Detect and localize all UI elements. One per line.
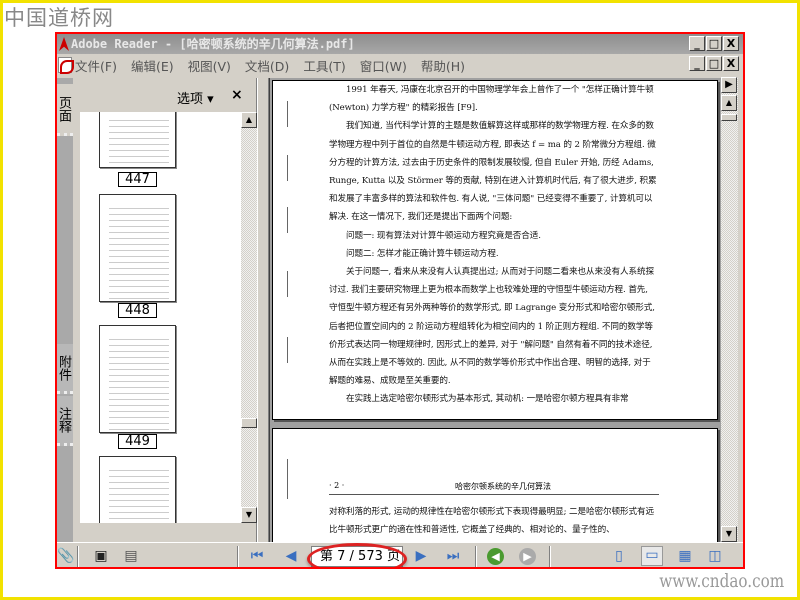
page-text: 1991 年春天, 冯康在北京召开的中国物理学年会上曾作了一个 "怎样正确计算牛… — [329, 81, 659, 409]
pdf-page: 1991 年春天, 冯康在北京召开的中国物理学年会上曾作了一个 "怎样正确计算牛… — [272, 80, 718, 420]
scroll-down-arrow-icon[interactable]: ▼ — [721, 526, 737, 542]
margin-line — [287, 155, 288, 181]
separator — [77, 546, 79, 567]
margin-line — [287, 271, 288, 297]
forward-view-icon[interactable]: ▶ — [519, 548, 536, 565]
running-header: · 2 · 哈密尔顿系统的辛几何算法 — [329, 481, 659, 495]
title-bar: Adobe Reader - [哈密顿系统的辛几何算法.pdf] _ □ X — [57, 34, 743, 54]
document-view: 1991 年春天, 冯康在北京召开的中国物理学年会上曾作了一个 "怎样正确计算牛… — [269, 78, 721, 542]
status-toolbar: 📎 ▣ ▤ ⏮ ◀ 第 7 / 573 页 ▶ ⏭ ◀ ▶ ▯ ▭ ▦ ◫ — [57, 542, 743, 567]
running-head-title: 哈密尔顿系统的辛几何算法 — [455, 482, 551, 491]
pages-panel: 选项 ▾ × 447 448 449 ▲ ▼ — [73, 78, 257, 542]
menu-view[interactable]: 视图(V) — [188, 56, 231, 75]
highlight-ellipse — [307, 543, 407, 567]
continuous-page-icon[interactable]: ▭ — [641, 546, 663, 566]
monitor-icon[interactable]: ▣ — [93, 548, 109, 564]
close-button[interactable]: X — [723, 36, 739, 51]
page-thumbnail[interactable] — [99, 325, 176, 433]
menu-document[interactable]: 文档(D) — [245, 56, 289, 75]
separator — [237, 546, 239, 567]
paragraph: 1991 年春天, 冯康在北京召开的中国物理学年会上曾作了一个 "怎样正确计算牛… — [329, 85, 654, 114]
paragraph: 我们知道, 当代科学计算的主题是数值解算这样或那样的数学物理方程. 在众多的数学… — [329, 121, 657, 223]
previous-page-icon[interactable]: ◀ — [283, 548, 299, 564]
scroll-up-arrow-icon[interactable]: ▲ — [721, 95, 737, 111]
facing-pages-continuous-icon[interactable]: ▦ — [677, 548, 693, 564]
next-page-icon[interactable]: ▶ — [413, 548, 429, 564]
page-text: 对称利落的形式, 运动的规律性在哈密尔顿形式下表现得最明显; 二是哈密尔顿形式有… — [329, 507, 654, 536]
menu-bar: 文件(F) 编辑(E) 视图(V) 文档(D) 工具(T) 窗口(W) 帮助(H… — [57, 54, 743, 76]
next-arrow-icon[interactable]: ▶ — [721, 77, 737, 93]
thumbnail-label: 449 — [118, 434, 157, 449]
doc-restore-button[interactable]: □ — [706, 56, 722, 71]
tab-pages[interactable]: 页面 — [57, 84, 73, 136]
paragraph: 问题一: 现有算法对计算牛顿运动方程究竟是否合适. — [346, 230, 541, 241]
maximize-button[interactable]: □ — [706, 36, 722, 51]
paperclip-icon[interactable]: 📎 — [57, 548, 74, 564]
minimize-button[interactable]: _ — [689, 36, 705, 51]
pdf-page: · 2 · 哈密尔顿系统的辛几何算法 对称利落的形式, 运动的规律性在哈密尔顿形… — [272, 428, 718, 542]
menu-edit[interactable]: 编辑(E) — [131, 56, 174, 75]
panel-splitter[interactable] — [257, 78, 269, 542]
panel-close-button[interactable]: × — [231, 87, 243, 103]
options-dropdown[interactable]: 选项 ▾ — [177, 88, 214, 107]
facing-pages-icon[interactable]: ◫ — [707, 548, 723, 564]
adobe-reader-icon — [59, 37, 69, 51]
thumbnail-label: 448 — [118, 303, 157, 318]
window-title: Adobe Reader - [哈密顿系统的辛几何算法.pdf] — [71, 37, 355, 51]
paragraph: 关于问题一, 看来从来没有人认真提出过; 从而对于问题二看来也从来没有人系统探讨… — [329, 267, 655, 387]
menu-tools[interactable]: 工具(T) — [303, 56, 345, 75]
page-number: · 2 · — [329, 481, 345, 490]
tab-attachments[interactable]: 附件 — [57, 344, 73, 394]
margin-line — [287, 101, 288, 127]
back-view-icon[interactable]: ◀ — [487, 548, 504, 565]
paragraph: 在实践上选定哈密尔顿形式为基本形式, 其动机: 一是哈密尔顿方程具有非常 — [346, 394, 629, 405]
thumbnail-scrollbar[interactable]: ▲ ▼ — [241, 112, 257, 523]
page-thumbnail[interactable] — [99, 194, 176, 302]
thumbnail-list: 447 448 449 — [80, 112, 241, 523]
scroll-up-arrow-icon[interactable]: ▲ — [241, 112, 257, 128]
pdf-document-icon[interactable] — [58, 57, 74, 74]
watermark-top: 中国道桥网 — [4, 6, 114, 30]
menu-window[interactable]: 窗口(W) — [360, 56, 407, 75]
first-page-icon[interactable]: ⏮ — [249, 548, 265, 564]
tab-comments[interactable]: 注释 — [57, 396, 73, 446]
thumbnail-label: 447 — [118, 172, 157, 187]
margin-line — [287, 337, 288, 363]
watermark-bottom: www.cndao.com — [659, 570, 784, 592]
menu-help[interactable]: 帮助(H) — [421, 56, 465, 75]
doc-close-button[interactable]: X — [723, 56, 739, 71]
last-page-icon[interactable]: ⏭ — [445, 548, 461, 564]
separator — [475, 546, 477, 567]
scroll-down-arrow-icon[interactable]: ▼ — [241, 507, 257, 523]
adobe-reader-window: Adobe Reader - [哈密顿系统的辛几何算法.pdf] _ □ X 文… — [55, 32, 745, 569]
scroll-thumb[interactable] — [721, 114, 737, 121]
margin-line — [287, 207, 288, 233]
page-thumbnail[interactable] — [99, 112, 176, 168]
doc-minimize-button[interactable]: _ — [689, 56, 705, 71]
paragraph: 问题二: 怎样才能正确计算牛顿运动方程. — [346, 248, 499, 259]
margin-line — [287, 459, 288, 499]
page-layout-icon[interactable]: ▤ — [123, 548, 139, 564]
scroll-thumb[interactable] — [241, 418, 257, 428]
page-thumbnail[interactable] — [99, 456, 176, 523]
navigation-tabs: 页面 附件 注释 — [57, 78, 73, 542]
separator — [549, 546, 551, 567]
document-scrollbar[interactable]: ▶ ▲ ▼ — [721, 77, 738, 542]
menu-file[interactable]: 文件(F) — [75, 56, 117, 75]
window-edge — [738, 78, 743, 542]
single-page-icon[interactable]: ▯ — [611, 548, 627, 564]
